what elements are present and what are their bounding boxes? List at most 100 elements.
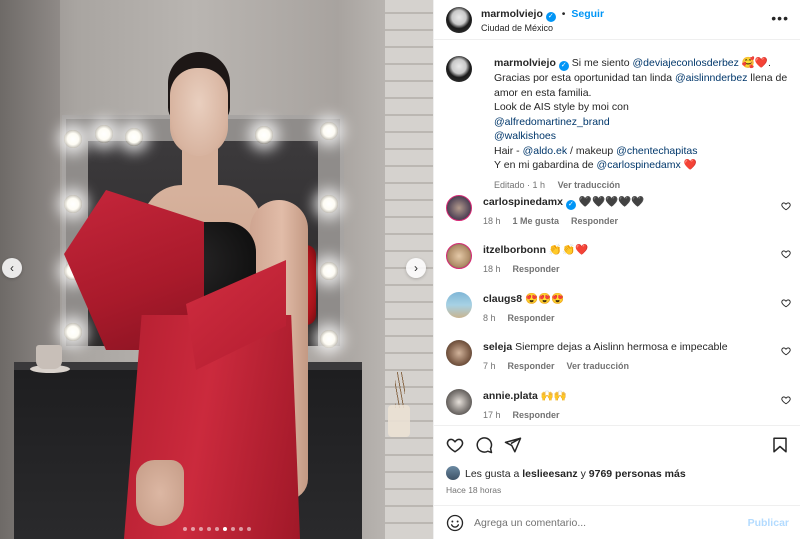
more-options-icon[interactable]: •••: [771, 10, 789, 26]
comment-text: carlospinedamx ✓ 🖤🖤🖤🖤🖤: [483, 195, 773, 210]
comment-time[interactable]: 7 h: [483, 361, 496, 371]
comment-icon[interactable]: [475, 436, 493, 454]
mention-link[interactable]: @walkishoes: [494, 130, 556, 142]
caption-segment: Gracias por esta oportunidad tan linda: [494, 72, 675, 84]
comment-item: carlospinedamx ✓ 🖤🖤🖤🖤🖤 18 h 1 Me gusta Respo…: [446, 195, 791, 235]
comment-item: annie.plata 🙌🙌 17 h Responder: [446, 389, 791, 425]
photo-face: [170, 68, 228, 156]
comment-item: seleja Siempre dejas a Aislinn hermosa e…: [446, 340, 791, 380]
mention-link[interactable]: @aislinnderbez: [675, 72, 748, 84]
comment-body: 🙌🙌: [540, 390, 567, 402]
caption-segment: Look de AIS style by moi con: [494, 101, 629, 113]
comment-heart-icon[interactable]: [781, 395, 791, 405]
translate-link[interactable]: Ver traducción: [558, 180, 621, 190]
photo-hand: [136, 460, 184, 526]
carousel-dot: [238, 527, 243, 531]
emoji-icon[interactable]: [446, 514, 464, 532]
avatar[interactable]: [446, 7, 472, 33]
edited-label: Editado · 1 h: [494, 179, 546, 190]
comment-username[interactable]: carlospinedamx: [483, 196, 563, 208]
comment-time[interactable]: 18 h: [483, 216, 501, 226]
reply-button[interactable]: Responder: [513, 410, 560, 420]
comment-username[interactable]: annie.plata: [483, 390, 538, 402]
post-location[interactable]: Ciudad de México: [481, 23, 553, 33]
post-photo[interactable]: ‹ ›: [0, 0, 433, 539]
carousel-next-button[interactable]: ›: [406, 258, 426, 278]
comment-username[interactable]: claugs8: [483, 293, 522, 305]
instagram-post-view: ‹ › marmolviejo ✓ • Seguir Ciudad de Méxi…: [0, 0, 800, 539]
mention-link[interactable]: @aldo.ek: [523, 145, 568, 157]
comment-likes[interactable]: 1 Me gusta: [513, 216, 560, 226]
avatar[interactable]: [446, 56, 472, 82]
likes-summary: Les gusta a leslieesanz y 9769 personas …: [446, 466, 686, 480]
photo-cup: [36, 345, 62, 369]
verified-icon: ✓: [565, 200, 576, 210]
avatar[interactable]: [446, 389, 472, 415]
comment-composer: Publicar: [434, 505, 800, 539]
avatar[interactable]: [446, 195, 472, 221]
post-header: marmolviejo ✓ • Seguir Ciudad de México •…: [434, 0, 800, 40]
caption-segment: Si me siento: [571, 57, 633, 69]
caption-segment: Hair -: [494, 144, 523, 157]
share-icon[interactable]: [504, 436, 522, 454]
carousel-prev-button[interactable]: ‹: [2, 258, 22, 278]
avatar[interactable]: [446, 243, 472, 269]
comment-username[interactable]: seleja: [483, 341, 512, 353]
comment-item: claugs8 😍😍😍 8 h Responder: [446, 292, 791, 332]
comment-body: 🖤🖤🖤🖤🖤: [578, 196, 645, 208]
reply-button[interactable]: Responder: [513, 264, 560, 274]
reply-button[interactable]: Responder: [508, 361, 555, 371]
comment-meta: 18 h 1 Me gusta Responder: [483, 216, 630, 226]
bookmark-icon[interactable]: [771, 436, 789, 454]
caption-username[interactable]: marmolviejo: [494, 57, 556, 69]
comment-body: Siempre dejas a Aislinn hermosa e impeca…: [515, 341, 728, 353]
heart-icon[interactable]: [446, 436, 464, 454]
comment-time[interactable]: 18 h: [483, 264, 501, 274]
comment-time[interactable]: 17 h: [483, 410, 501, 420]
likes-user-link[interactable]: leslieesanz: [522, 468, 577, 480]
mention-link[interactable]: @carlospinedamx: [597, 159, 681, 171]
comment-heart-icon[interactable]: [781, 346, 791, 356]
reply-button[interactable]: Responder: [571, 216, 618, 226]
comment-heart-icon[interactable]: [781, 298, 791, 308]
comment-heart-icon[interactable]: [781, 249, 791, 259]
comment-input[interactable]: [474, 514, 734, 532]
header-user-row: marmolviejo ✓ • Seguir: [481, 8, 604, 22]
mention-link[interactable]: @chentechapitas: [616, 145, 697, 157]
post-time[interactable]: Hace 18 horas: [446, 485, 501, 495]
caption-segment: / makeup: [567, 144, 617, 157]
likes-count-link[interactable]: 9769 personas más: [589, 468, 686, 480]
comment-time[interactable]: 8 h: [483, 313, 496, 323]
chevron-left-icon: ‹: [10, 261, 14, 275]
chevron-right-icon: ›: [414, 261, 418, 275]
header-username[interactable]: marmolviejo: [481, 8, 543, 20]
carousel-dot: [246, 527, 251, 531]
mention-link[interactable]: @alfredomartinez_brand: [494, 116, 610, 128]
comment-heart-icon[interactable]: [781, 201, 791, 211]
mention-link[interactable]: @deviajeconlosderbez: [632, 57, 738, 69]
comment-text: itzelborbonn 👏👏❤️: [483, 243, 773, 257]
avatar[interactable]: [446, 340, 472, 366]
comments-scroll-area[interactable]: marmolviejo ✓ Si me siento @deviajeconlos…: [434, 41, 800, 425]
caption-text: marmolviejo ✓ Si me siento @deviajeconlos…: [494, 56, 794, 192]
reply-button[interactable]: Responder: [508, 313, 555, 323]
carousel-dot: [230, 527, 235, 531]
comment-text: seleja Siempre dejas a Aislinn hermosa e…: [483, 340, 773, 354]
translate-link[interactable]: Ver traducción: [567, 361, 630, 371]
comment-meta: 18 h Responder: [483, 264, 572, 274]
caption-segment: 🥰❤️.: [738, 57, 771, 69]
post-actions: Les gusta a leslieesanz y 9769 personas …: [434, 425, 800, 505]
photo-diffuser: [388, 405, 410, 437]
carousel-dot: [182, 527, 187, 531]
avatar[interactable]: [446, 292, 472, 318]
caption-segment: Y en mi gabardina de: [494, 159, 597, 171]
carousel-dot: [198, 527, 203, 531]
caption-meta: Editado · 1 h Ver traducción: [494, 178, 794, 193]
comment-text: claugs8 😍😍😍: [483, 292, 773, 306]
comment-username[interactable]: itzelborbonn: [483, 244, 546, 256]
carousel-dot: [206, 527, 211, 531]
publish-button[interactable]: Publicar: [748, 517, 789, 529]
follow-button[interactable]: Seguir: [571, 8, 604, 20]
comment-meta: 7 h Responder Ver traducción: [483, 361, 641, 371]
separator-dot: •: [561, 8, 566, 20]
